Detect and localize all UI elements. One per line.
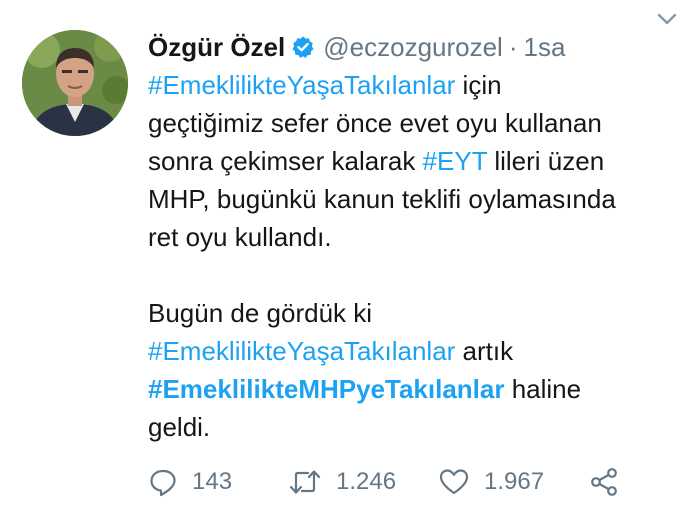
tweet-timestamp[interactable]: 1sa xyxy=(524,32,566,63)
hashtag-link[interactable]: #EYT xyxy=(423,146,488,176)
chevron-down-icon[interactable] xyxy=(654,6,680,32)
tweet-line: MHP, bugünkü kanun teklifi oylamasında xyxy=(148,184,616,214)
tweet-header: Özgür Özel @eczozgurozel · 1sa xyxy=(148,28,688,66)
retweet-count: 1.246 xyxy=(336,468,397,495)
tweet-text-segment: sonra çekimser kalarak xyxy=(148,146,423,176)
hashtag-link[interactable]: #EmeklilikteYaşaTakılanlar xyxy=(148,336,455,366)
header-separator: · xyxy=(508,31,518,62)
avatar[interactable] xyxy=(22,30,128,136)
tweet-line: #EmeklilikteMHPyeTakılanlar haline xyxy=(148,370,688,408)
like-button[interactable]: 1.967 xyxy=(438,467,588,497)
user-name[interactable]: Özgür Özel xyxy=(148,32,285,63)
hashtag-link[interactable]: #EmeklilikteYaşaTakılanlar xyxy=(148,70,455,100)
reply-count: 143 xyxy=(192,468,233,495)
tweet-line: #EmeklilikteYaşaTakılanlar artık xyxy=(148,332,688,370)
verified-badge-icon xyxy=(291,35,315,59)
user-handle[interactable]: @eczozgurozel xyxy=(323,32,503,63)
hashtag-link[interactable]: #EmeklilikteMHPyeTakılanlar xyxy=(148,374,504,404)
tweet-line: Bugün de gördük ki xyxy=(148,298,373,328)
reply-icon xyxy=(148,467,178,497)
heart-icon xyxy=(438,467,470,497)
tweet-text-segment: haline xyxy=(504,374,582,404)
share-button[interactable] xyxy=(588,467,620,497)
tweet-card[interactable]: Özgür Özel @eczozgurozel · 1sa #Emeklili… xyxy=(0,0,700,518)
reply-button[interactable]: 143 xyxy=(148,467,288,497)
tweet-line: ret oyu kullandı. xyxy=(148,222,332,252)
tweet-content: Özgür Özel @eczozgurozel · 1sa #Emeklili… xyxy=(148,28,688,446)
tweet-line: geldi. xyxy=(148,412,211,442)
retweet-button[interactable]: 1.246 xyxy=(288,467,438,497)
avatar-image xyxy=(22,30,128,136)
tweet-actions: 143 1.246 1.967 xyxy=(148,462,668,502)
like-count: 1.967 xyxy=(484,468,545,495)
tweet-line: sonra çekimser kalarak #EYT lileri üzen xyxy=(148,142,688,180)
tweet-text-segment: artık xyxy=(455,336,514,366)
share-icon xyxy=(588,467,620,497)
tweet-line: geçtiğimiz sefer önce evet oyu kullanan xyxy=(148,108,602,138)
tweet-text-segment: için xyxy=(455,70,502,100)
paragraph-break xyxy=(148,256,688,294)
tweet-text: #EmeklilikteYaşaTakılanlar için geçtiğim… xyxy=(148,66,688,446)
retweet-icon xyxy=(288,467,322,497)
tweet-text-segment: lileri üzen xyxy=(487,146,605,176)
tweet-line: #EmeklilikteYaşaTakılanlar için xyxy=(148,66,688,104)
